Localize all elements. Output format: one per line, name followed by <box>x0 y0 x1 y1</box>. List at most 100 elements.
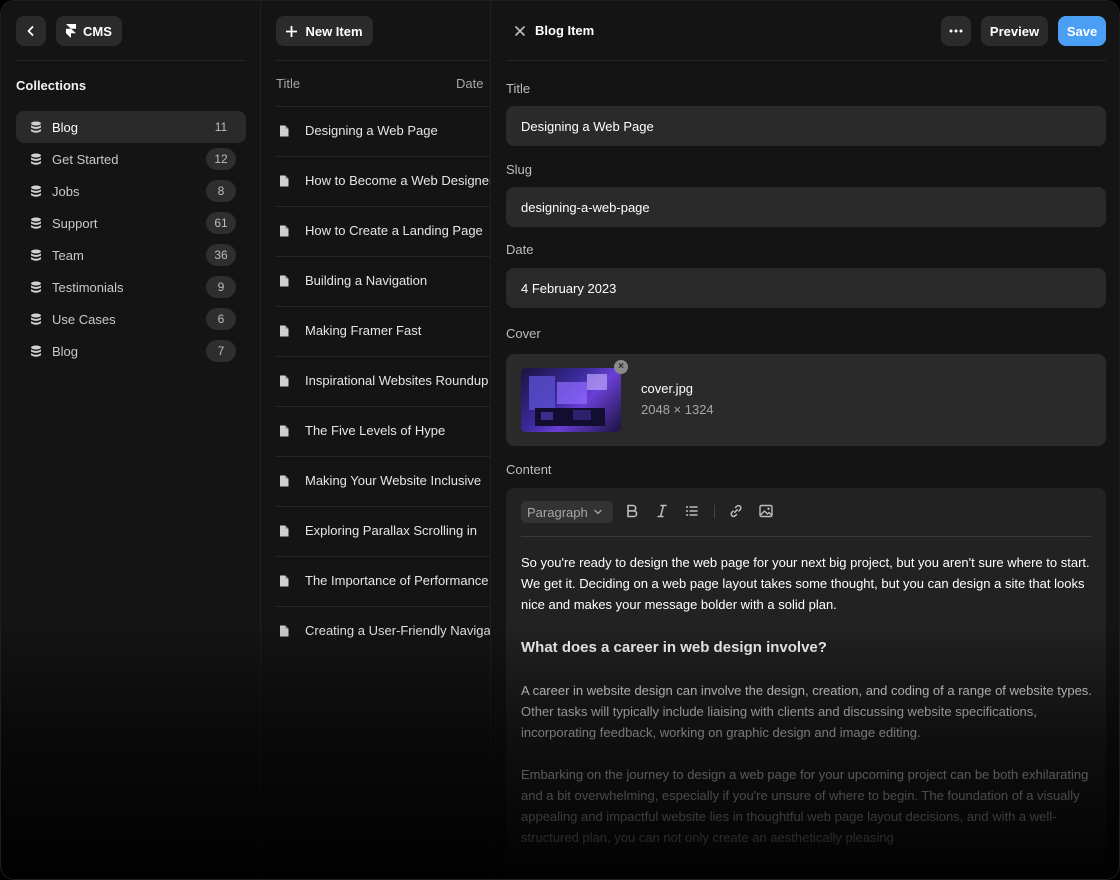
italic-icon[interactable] <box>654 503 670 519</box>
document-icon <box>280 625 289 637</box>
list-item[interactable]: Building a Navigation <box>276 256 490 306</box>
cover-field[interactable]: × cover.jpg 2048 × 1324 <box>506 354 1106 446</box>
list-item[interactable]: Creating a User-Friendly Navigation <box>276 606 491 656</box>
items-list-panel: New Item Title Date Designing a Web Page… <box>261 1 491 879</box>
sidebar-item-label: Blog <box>52 343 79 359</box>
list-item[interactable]: The Five Levels of Hype <box>276 406 490 456</box>
block-type-label: Paragraph <box>527 504 588 520</box>
close-icon[interactable] <box>515 26 525 36</box>
bold-icon[interactable] <box>624 503 640 519</box>
row-divider <box>276 106 490 107</box>
cover-thumbnail[interactable] <box>521 368 621 432</box>
sidebar-item-label: Team <box>52 247 84 263</box>
back-button[interactable] <box>16 16 46 46</box>
database-icon <box>31 121 41 133</box>
content-paragraph-1[interactable]: So you're ready to design the web page f… <box>521 552 1096 615</box>
content-editor[interactable]: Paragraph So you're ready to design the … <box>506 488 1106 879</box>
sidebar-item-use-cases[interactable]: Use Cases 6 <box>16 303 246 335</box>
sidebar-item-blog[interactable]: Blog 11 <box>16 111 246 143</box>
item-count-badge: 11 <box>214 120 228 134</box>
new-item-button[interactable]: New Item <box>276 16 373 46</box>
list-item-title: Making Framer Fast <box>305 323 422 338</box>
date-field-label: Date <box>506 242 534 257</box>
title-field[interactable]: Designing a Web Page <box>506 106 1106 146</box>
cms-window: CMS Collections Blog 11 Get Started 12 Jobs 8… <box>0 0 1120 880</box>
block-type-select[interactable]: Paragraph <box>521 501 613 523</box>
sidebar-item-label: Jobs <box>52 183 80 199</box>
collections-sidebar: CMS Collections Blog 11 Get Started 12 Jobs 8… <box>1 1 261 879</box>
sidebar-item-support[interactable]: Support 61 <box>16 207 246 239</box>
list-item[interactable]: How to Become a Web Designer <box>276 156 491 206</box>
row-divider <box>276 456 490 457</box>
cms-app-button[interactable]: CMS <box>56 16 122 46</box>
column-header-title[interactable]: Title <box>276 76 300 91</box>
sidebar-item-jobs[interactable]: Jobs 8 <box>16 175 246 207</box>
list-item[interactable]: Designing a Web Page <box>276 106 490 156</box>
list-divider <box>276 60 490 61</box>
cms-label: CMS <box>83 23 112 39</box>
document-icon <box>280 425 289 437</box>
list-item[interactable]: Inspirational Websites Roundup <box>276 356 490 406</box>
database-icon <box>31 217 41 229</box>
sidebar-item-blog[interactable]: Blog 7 <box>16 335 246 367</box>
list-item-title: Building a Navigation <box>305 273 428 288</box>
content-heading[interactable]: What does a career in web design involve… <box>521 637 1096 658</box>
list-item-title: Creating a User-Friendly Navigation <box>305 623 491 638</box>
cover-dimensions: 2048 × 1324 <box>641 402 714 417</box>
preview-button[interactable]: Preview <box>981 16 1048 46</box>
save-button[interactable]: Save <box>1058 16 1106 46</box>
sidebar-item-team[interactable]: Team 36 <box>16 239 246 271</box>
sidebar-item-get-started[interactable]: Get Started 12 <box>16 143 246 175</box>
remove-cover-button[interactable]: × <box>614 360 628 374</box>
chevron-left-icon <box>27 26 34 36</box>
item-count-badge: 7 <box>206 340 236 362</box>
framer-logo-icon <box>66 24 76 38</box>
sidebar-item-testimonials[interactable]: Testimonials 9 <box>16 271 246 303</box>
title-field-label: Title <box>506 81 531 96</box>
list-item[interactable]: Making Your Website Inclusive <box>276 456 490 506</box>
bulleted-list-icon[interactable] <box>684 503 700 519</box>
row-divider <box>276 156 490 157</box>
sidebar-item-label: Use Cases <box>52 311 116 327</box>
document-icon <box>280 325 289 337</box>
content-paragraph-2[interactable]: A career in website design can involve t… <box>521 680 1096 743</box>
list-item[interactable]: How to Create a Landing Page <box>276 206 490 256</box>
more-options-button[interactable] <box>941 16 971 46</box>
row-divider <box>276 606 490 607</box>
editor-divider <box>506 60 1106 61</box>
list-item[interactable]: Making Framer Fast <box>276 306 490 356</box>
list-item-title: How to Create a Landing Page <box>305 223 483 238</box>
document-icon <box>280 175 289 187</box>
slug-field-label: Slug <box>506 162 533 177</box>
image-icon[interactable] <box>758 503 774 519</box>
item-count-badge: 12 <box>206 148 236 170</box>
date-field[interactable]: 4 February 2023 <box>506 268 1106 308</box>
document-icon <box>280 575 289 587</box>
document-icon <box>280 375 289 387</box>
database-icon <box>31 313 41 325</box>
list-item-title: The Five Levels of Hype <box>305 423 446 438</box>
list-item-title: Making Your Website Inclusive <box>305 473 482 488</box>
item-count-badge: 61 <box>206 212 236 234</box>
database-icon <box>31 153 41 165</box>
database-icon <box>31 185 41 197</box>
column-header-date[interactable]: Date <box>456 76 483 91</box>
slug-field[interactable]: designing-a-web-page <box>506 187 1106 227</box>
list-item-title: Exploring Parallax Scrolling in <box>305 523 477 538</box>
plus-icon <box>286 25 298 37</box>
list-item-title: How to Become a Web Designer <box>305 173 491 188</box>
ellipsis-icon <box>949 29 963 33</box>
list-item[interactable]: The Importance of Performance <box>276 556 490 606</box>
list-item-title: Designing a Web Page <box>305 123 438 138</box>
content-paragraph-3[interactable]: Embarking on the journey to design a web… <box>521 764 1096 848</box>
cover-image-icon <box>529 374 607 426</box>
link-icon[interactable] <box>728 503 744 519</box>
sidebar-item-label: Testimonials <box>52 279 124 295</box>
item-editor-panel: Blog Item Preview Save Title Designing a… <box>491 1 1119 879</box>
row-divider <box>276 206 490 207</box>
item-count-badge: 6 <box>206 308 236 330</box>
list-item[interactable]: Exploring Parallax Scrolling in <box>276 506 490 556</box>
sidebar-item-label: Support <box>52 215 98 231</box>
editor-title: Blog Item <box>535 23 595 38</box>
row-divider <box>276 506 490 507</box>
